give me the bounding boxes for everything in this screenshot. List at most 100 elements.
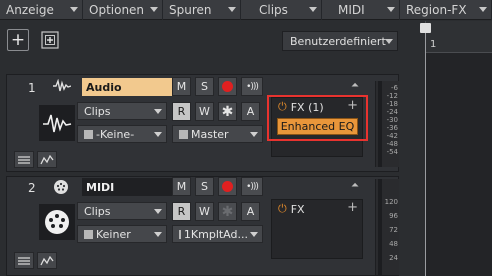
mute-label: M xyxy=(176,80,187,93)
fx-plugin-name: Enhanced EQ xyxy=(280,120,355,133)
add-fx-plus-icon[interactable]: + xyxy=(347,200,358,215)
record-icon xyxy=(222,81,233,92)
chevron-down-icon xyxy=(250,232,258,237)
archive-button[interactable]: A xyxy=(241,102,260,121)
meter-tick: -48 xyxy=(386,140,398,148)
mute-button[interactable]: M xyxy=(172,77,191,96)
read-label: R xyxy=(177,105,186,118)
meter-tick: 120 xyxy=(384,198,398,206)
archive-label: A xyxy=(246,105,255,118)
input-echo-button[interactable]: •))) xyxy=(241,177,263,196)
collapse-arrows-icon[interactable]: ⏶ xyxy=(351,180,359,191)
menu-clips[interactable]: Clips xyxy=(241,0,322,20)
envelope-icon xyxy=(40,255,54,265)
menu-midi[interactable]: MIDI xyxy=(322,0,400,20)
meter-tick: 72 xyxy=(389,226,398,234)
add-track-button[interactable]: + xyxy=(7,29,29,51)
write-label: W xyxy=(199,105,210,118)
audio-waveform-icon xyxy=(43,114,72,133)
record-icon xyxy=(222,181,233,192)
track-icon-box[interactable] xyxy=(39,105,75,141)
fx-rack[interactable]: ⏻ FX + xyxy=(271,199,363,259)
record-arm-button[interactable] xyxy=(218,77,237,96)
input-port-icon xyxy=(84,129,93,139)
chevron-down-icon xyxy=(479,7,487,12)
archive-button[interactable]: A xyxy=(241,202,260,221)
meter-tick: -42 xyxy=(386,132,398,140)
chevron-down-icon xyxy=(154,232,162,237)
menu-midi-label: MIDI xyxy=(338,3,365,17)
midi-connector-icon xyxy=(53,179,69,199)
output-dropdown[interactable]: 1KmpltAd... xyxy=(172,225,263,243)
playhead-line[interactable] xyxy=(425,31,426,276)
sliders-icon xyxy=(18,256,30,265)
output-port-icon xyxy=(179,229,181,239)
menu-optionen[interactable]: Optionen xyxy=(83,0,163,20)
menu-spuren[interactable]: Spuren xyxy=(163,0,241,20)
automation-lanes-button[interactable] xyxy=(37,151,57,168)
solo-button[interactable]: S xyxy=(195,177,214,196)
playhead-handle[interactable] xyxy=(420,23,431,33)
record-arm-button[interactable] xyxy=(218,177,237,196)
meter-tick: -30 xyxy=(386,116,398,124)
track-name-label: Audio xyxy=(86,80,122,94)
track-icon-box[interactable] xyxy=(39,204,75,240)
chevron-down-icon xyxy=(150,7,158,12)
write-automation-button[interactable]: W xyxy=(195,202,214,221)
read-automation-button[interactable]: R xyxy=(172,202,191,221)
menu-region-fx[interactable]: Region-FX xyxy=(400,0,492,20)
track-settings-button[interactable] xyxy=(14,252,34,269)
fx-plugin-slot[interactable]: Enhanced EQ xyxy=(277,118,358,135)
menu-spuren-label: Spuren xyxy=(169,3,212,17)
fx-rack-header: ⏻ FX (1) xyxy=(278,100,324,114)
mute-button[interactable]: M xyxy=(172,177,191,196)
output-port-icon xyxy=(179,129,188,139)
speaker-waves-icon: •))) xyxy=(246,81,259,92)
input-echo-button[interactable]: •))) xyxy=(241,77,263,96)
clips-dropdown[interactable]: Clips xyxy=(77,102,167,120)
add-fx-plus-icon[interactable]: + xyxy=(347,98,358,113)
midi-din-icon xyxy=(45,210,69,234)
solo-label: S xyxy=(201,80,208,93)
input-dropdown[interactable]: -Keine- xyxy=(77,125,167,143)
freeze-button[interactable]: ✱ xyxy=(218,102,237,121)
output-dropdown[interactable]: Master xyxy=(172,125,263,143)
track-settings-button[interactable] xyxy=(14,151,34,168)
snowflake-icon: ✱ xyxy=(221,203,234,220)
solo-label: S xyxy=(201,180,208,193)
chevron-down-icon xyxy=(387,7,395,12)
preset-dropdown[interactable]: Benutzerdefiniert xyxy=(282,31,398,51)
track-name-label: MIDI xyxy=(86,180,115,194)
meter-bar xyxy=(378,81,382,167)
menu-region-fx-label: Region-FX xyxy=(406,3,467,17)
menu-anzeige[interactable]: Anzeige xyxy=(0,0,83,20)
menu-bar: Anzeige Optionen Spuren Clips MIDI Regio… xyxy=(0,0,492,20)
meter-tick: -24 xyxy=(386,108,398,116)
timeline-area[interactable]: 1 xyxy=(420,21,492,276)
power-icon[interactable]: ⏻ xyxy=(278,100,287,114)
add-folder-button[interactable] xyxy=(40,30,59,49)
power-icon[interactable]: ⏻ xyxy=(278,202,287,216)
collapse-arrows-icon[interactable]: ⏶ xyxy=(351,80,359,91)
chevron-down-icon xyxy=(154,132,162,137)
preset-label: Benutzerdefiniert xyxy=(290,34,386,48)
clips-dropdown[interactable]: Clips xyxy=(77,202,167,220)
read-automation-button[interactable]: R xyxy=(172,102,191,121)
write-automation-button[interactable]: W xyxy=(195,102,214,121)
freeze-button[interactable]: ✱ xyxy=(218,202,237,221)
clips-label: Clips xyxy=(84,104,111,118)
input-dropdown[interactable]: Keiner xyxy=(77,225,167,243)
meter-bar xyxy=(378,179,382,275)
track-name-field[interactable]: MIDI xyxy=(82,178,172,196)
automation-lanes-button[interactable] xyxy=(37,252,57,269)
time-ruler[interactable]: 1 xyxy=(426,21,492,53)
chevron-down-icon xyxy=(154,109,162,114)
track-name-field[interactable]: Audio xyxy=(82,78,172,96)
menu-anzeige-label: Anzeige xyxy=(6,3,54,17)
mute-label: M xyxy=(176,180,187,193)
read-label: R xyxy=(177,205,186,218)
fx-rack[interactable]: ⏻ FX (1) + Enhanced EQ xyxy=(271,97,363,157)
fx-rack-title: FX (1) xyxy=(290,100,324,114)
chevron-down-icon xyxy=(70,7,78,12)
solo-button[interactable]: S xyxy=(195,77,214,96)
